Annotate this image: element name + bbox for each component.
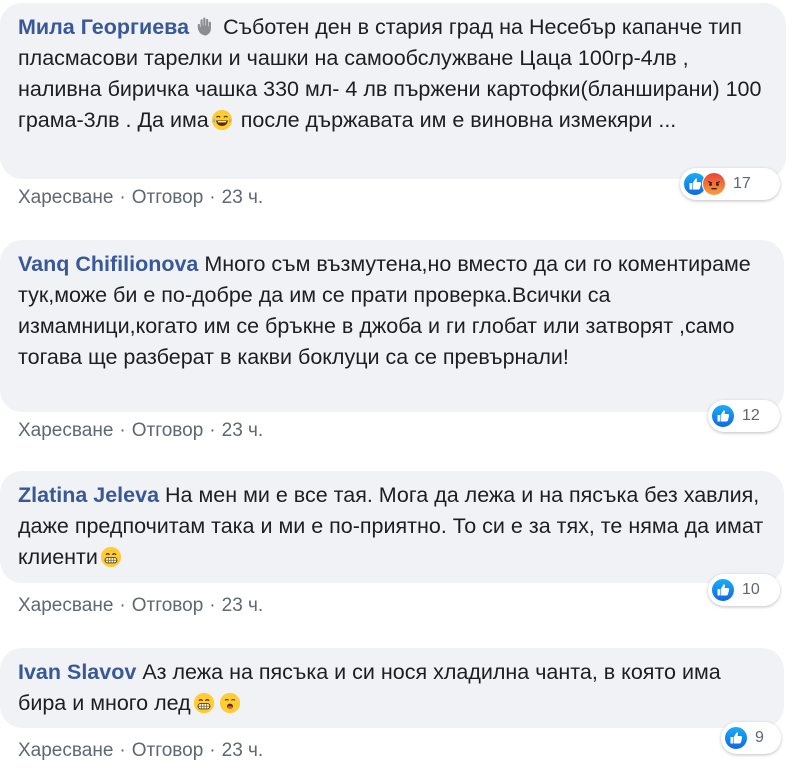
like-button[interactable]: Харесване xyxy=(18,740,113,761)
grinning-emoji-icon xyxy=(193,692,215,714)
reply-button[interactable]: Отговор xyxy=(132,187,204,208)
comment-timestamp[interactable]: 23 ч. xyxy=(222,187,264,208)
comment-text-part: Съботен ден в стария град на Несебър xyxy=(223,15,616,39)
like-reaction-icon xyxy=(711,404,735,428)
reaction-summary[interactable]: 17 xyxy=(680,168,780,200)
like-reaction-icon xyxy=(724,726,748,750)
reaction-count: 10 xyxy=(742,581,760,598)
separator-dot: · xyxy=(209,187,216,208)
separator-dot: · xyxy=(119,187,126,208)
comment-actions: Харесване · Отговор · 23 ч. xyxy=(18,187,263,209)
comment-bubble: Мила Георгиева Съботен ден в стария град … xyxy=(0,3,786,179)
angry-reaction-icon xyxy=(702,172,726,196)
hushed-emoji-icon xyxy=(219,692,241,714)
comment-timestamp[interactable]: 23 ч. xyxy=(222,595,264,616)
comment-timestamp[interactable]: 23 ч. xyxy=(222,740,264,761)
comment-bubble: Zlatina Jeleva На мен ми е все тая. Мога … xyxy=(0,471,784,583)
reply-button[interactable]: Отговор xyxy=(132,595,204,616)
comment-bubble: Vanq Chifilionova Много съм възмутена,но … xyxy=(0,240,784,412)
separator-dot: · xyxy=(119,740,126,761)
comment-actions: Харесване · Отговор · 23 ч. xyxy=(18,595,263,617)
separator-dot: · xyxy=(209,595,216,616)
separator-dot: · xyxy=(119,595,126,616)
separator-dot: · xyxy=(119,420,126,441)
grinning-emoji-icon xyxy=(100,546,122,568)
like-button[interactable]: Харесване xyxy=(18,595,113,616)
tears-of-joy-emoji-icon xyxy=(211,109,233,131)
reaction-summary[interactable]: 12 xyxy=(708,400,780,432)
like-button[interactable]: Харесване xyxy=(18,187,113,208)
comment-text-part: после държавата им е виновна измекяри ..… xyxy=(240,108,677,132)
comment-author[interactable]: Zlatina Jeleva xyxy=(18,483,159,507)
reaction-count: 9 xyxy=(755,729,764,746)
comment-author[interactable]: Мила Георгиева xyxy=(18,15,189,39)
comment-author[interactable]: Ivan Slavov xyxy=(18,660,136,684)
waving-hand-icon xyxy=(195,15,217,37)
reply-button[interactable]: Отговор xyxy=(132,420,204,441)
reaction-count: 17 xyxy=(733,175,751,192)
separator-dot: · xyxy=(209,740,216,761)
reaction-summary[interactable]: 10 xyxy=(708,574,780,606)
reaction-summary[interactable]: 9 xyxy=(721,722,781,754)
comment-timestamp[interactable]: 23 ч. xyxy=(222,420,264,441)
reply-button[interactable]: Отговор xyxy=(132,740,204,761)
like-button[interactable]: Харесване xyxy=(18,420,113,441)
comment-bubble: Ivan Slavov Аз лежа на пясъка и си нося х… xyxy=(0,648,784,728)
comment-author[interactable]: Vanq Chifilionova xyxy=(18,252,198,276)
comment-actions: Харесване · Отговор · 23 ч. xyxy=(18,740,263,762)
comment-actions: Харесване · Отговор · 23 ч. xyxy=(18,420,263,442)
separator-dot: · xyxy=(209,420,216,441)
reaction-count: 12 xyxy=(742,407,760,424)
like-reaction-icon xyxy=(711,578,735,602)
